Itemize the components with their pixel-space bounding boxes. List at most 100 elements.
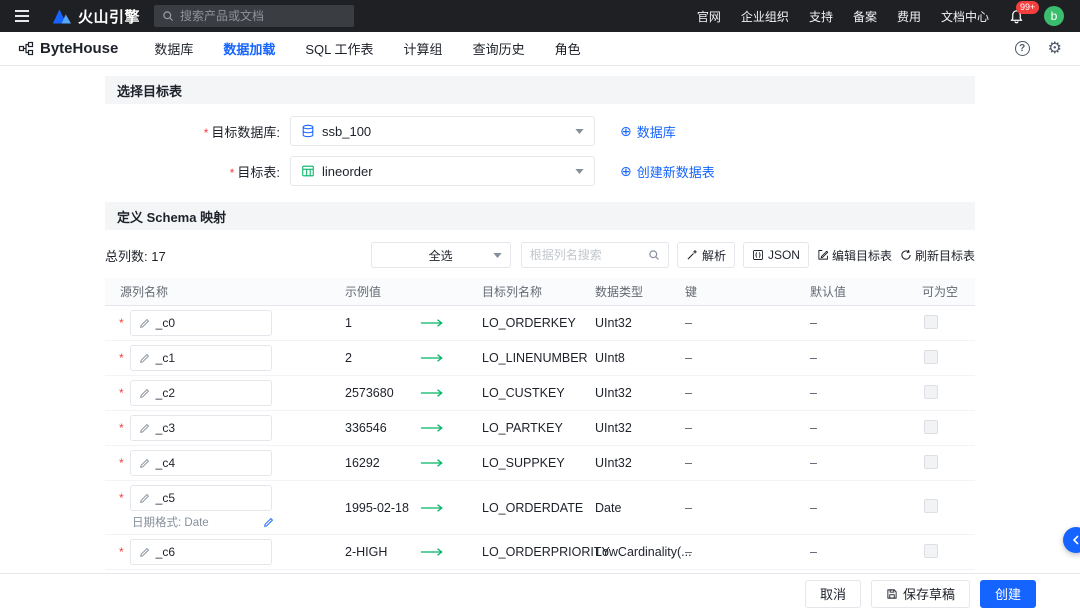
- chevron-down-icon: [575, 169, 584, 174]
- footer-action-bar: 取消 保存草稿 创建: [0, 573, 1080, 613]
- sample-value: 2573680: [345, 386, 415, 400]
- source-column-input[interactable]: _c6: [130, 539, 272, 565]
- nullable-checkbox[interactable]: [924, 544, 938, 558]
- save-draft-button[interactable]: 保存草稿: [871, 580, 970, 608]
- data-type: UInt32: [595, 421, 685, 435]
- column-search-input[interactable]: [530, 248, 642, 262]
- required-asterisk: *: [204, 126, 209, 140]
- source-column-name: _c6: [156, 545, 175, 559]
- source-column-cell: * _c3: [105, 411, 345, 445]
- key-value: –: [685, 501, 810, 515]
- column-header: 数据类型: [595, 283, 685, 300]
- help-icon[interactable]: ?: [1015, 41, 1030, 56]
- global-search[interactable]: [154, 5, 354, 27]
- chevron-down-icon: [575, 129, 584, 134]
- required-asterisk: *: [119, 421, 124, 435]
- tab-data-loading[interactable]: 数据加载: [223, 39, 275, 58]
- target-column-name: LO_ORDERPRIORITY: [482, 545, 595, 559]
- target-database-label: *目标数据库:: [105, 122, 280, 141]
- pencil-icon: [139, 423, 150, 434]
- nullable-checkbox[interactable]: [924, 455, 938, 469]
- pencil-icon: [139, 493, 150, 504]
- hamburger-menu-icon[interactable]: [0, 0, 44, 32]
- create-new-table-link[interactable]: ⊕ 创建新数据表: [620, 162, 715, 181]
- create-button[interactable]: 创建: [980, 580, 1036, 608]
- required-asterisk: *: [119, 386, 124, 400]
- tab-query-history[interactable]: 查询历史: [473, 39, 525, 58]
- volcengine-logo-icon: [52, 8, 72, 24]
- topbar-link-official-site[interactable]: 官网: [697, 8, 721, 25]
- mapping-arrow-icon: [415, 503, 482, 513]
- gear-icon[interactable]: ⚙: [1048, 41, 1062, 57]
- data-type: UInt32: [595, 456, 685, 470]
- topbar-link-support[interactable]: 支持: [809, 8, 833, 25]
- table-row: * _c5 日期格式: Date 1995-02-18 LO_ORDERDATE…: [105, 481, 975, 535]
- nullable-checkbox[interactable]: [924, 385, 938, 399]
- edit-date-format-icon[interactable]: [263, 517, 274, 528]
- nullable-checkbox[interactable]: [924, 499, 938, 513]
- tab-databases[interactable]: 数据库: [154, 39, 193, 58]
- schema-section-title: 定义 Schema 映射: [117, 207, 226, 226]
- source-column-input[interactable]: _c4: [130, 450, 272, 476]
- data-type: UInt32: [595, 386, 685, 400]
- table-row: * _c1 2 LO_LINENUMBER UInt8 – –: [105, 341, 975, 376]
- tab-compute-groups[interactable]: 计算组: [404, 39, 443, 58]
- topbar-right-group: 官网 企业组织 支持 备案 费用 文档中心 99+ b: [697, 6, 1080, 26]
- topbar-link-billing[interactable]: 费用: [897, 8, 921, 25]
- source-column-cell: * _c6: [105, 535, 345, 569]
- bytehouse-logo[interactable]: ByteHouse: [18, 40, 118, 57]
- key-value: –: [685, 456, 810, 470]
- user-avatar[interactable]: b: [1044, 6, 1064, 26]
- notification-badge: 99+: [1016, 1, 1039, 14]
- mapping-arrow-icon: [415, 318, 482, 328]
- target-column-name: LO_SUPPKEY: [482, 456, 595, 470]
- tab-roles[interactable]: 角色: [555, 39, 581, 58]
- nav-icons: ? ⚙: [1015, 41, 1062, 57]
- search-icon: [648, 249, 660, 261]
- topbar-link-filing[interactable]: 备案: [853, 8, 877, 25]
- key-value: –: [685, 316, 810, 330]
- topbar-link-enterprise-org[interactable]: 企业组织: [741, 8, 789, 25]
- target-column-name: LO_ORDERDATE: [482, 501, 595, 515]
- target-table-select[interactable]: lineorder: [290, 156, 595, 186]
- target-table-value: lineorder: [322, 164, 373, 179]
- schema-table-header: 源列名称 示例值 目标列名称 数据类型 键 默认值 可为空: [105, 278, 975, 306]
- json-button[interactable]: JSON: [743, 242, 809, 268]
- nullable-checkbox[interactable]: [924, 315, 938, 329]
- edit-icon: [817, 249, 829, 261]
- database-link[interactable]: ⊕ 数据库: [620, 122, 676, 141]
- global-search-input[interactable]: [180, 9, 346, 23]
- cancel-button[interactable]: 取消: [805, 580, 861, 608]
- pencil-icon: [139, 458, 150, 469]
- required-asterisk: *: [119, 491, 124, 505]
- source-column-input[interactable]: _c2: [130, 380, 272, 406]
- target-column-name: LO_CUSTKEY: [482, 386, 595, 400]
- target-database-select[interactable]: ssb_100: [290, 116, 595, 146]
- topbar-link-doc-center[interactable]: 文档中心: [941, 8, 989, 25]
- refresh-target-table-button[interactable]: 刷新目标表: [900, 247, 975, 264]
- save-icon: [886, 588, 898, 600]
- volcengine-brand-name: 火山引擎: [78, 6, 140, 27]
- edit-target-table-button[interactable]: 编辑目标表: [817, 247, 892, 264]
- select-all-dropdown[interactable]: 全选: [371, 242, 511, 268]
- chevron-down-icon: [493, 253, 502, 258]
- volcengine-logo[interactable]: 火山引擎: [44, 6, 154, 27]
- source-column-input[interactable]: _c5: [130, 485, 272, 511]
- tab-sql-worksheet[interactable]: SQL 工作表: [305, 39, 373, 58]
- bytehouse-logo-icon: [18, 41, 34, 57]
- column-header: 可为空: [922, 283, 975, 300]
- source-column-input[interactable]: _c3: [130, 415, 272, 441]
- column-search[interactable]: [521, 242, 669, 268]
- source-column-input[interactable]: _c0: [130, 310, 272, 336]
- chevron-left-icon: [1072, 535, 1080, 545]
- required-asterisk: *: [119, 456, 124, 470]
- data-type: Date: [595, 501, 685, 515]
- source-column-input[interactable]: _c1: [130, 345, 272, 371]
- nullable-checkbox[interactable]: [924, 420, 938, 434]
- parse-button[interactable]: 解析: [677, 242, 735, 268]
- pencil-icon: [139, 318, 150, 329]
- top-navigation-bar: 火山引擎 官网 企业组织 支持 备案 费用 文档中心 99+ b: [0, 0, 1080, 32]
- notifications-button[interactable]: 99+: [1009, 9, 1024, 24]
- json-icon: [752, 249, 764, 261]
- nullable-checkbox[interactable]: [924, 350, 938, 364]
